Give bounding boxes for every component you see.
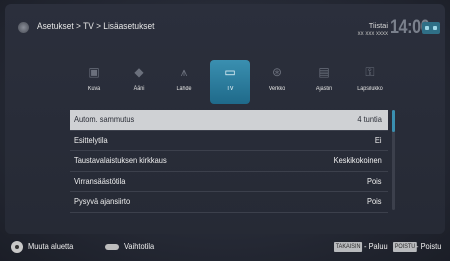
tab-lapsilukko[interactable]: ⚿ Lapsilukko <box>350 62 390 102</box>
settings-icon <box>18 22 29 33</box>
tab-lahde[interactable]: ⩚ Lähde <box>164 62 204 102</box>
setting-row-demo-mode[interactable]: Esittelytila Ei <box>70 131 388 152</box>
settings-list: Autom. sammutus 4 tuntia Esittelytila Ei… <box>70 110 388 213</box>
setting-row-auto-off[interactable]: Autom. sammutus 4 tuntia <box>70 110 388 131</box>
date-label: xx xxx xxxx <box>357 31 388 37</box>
list-scrollbar[interactable] <box>392 110 395 210</box>
tv-menu-screen: Asetukset > TV > Lisäasetukset Tiistai x… <box>0 0 450 261</box>
setting-name: Esittelytila <box>74 134 108 145</box>
footer-hints: Muuta aluetta Vaihtotila TAKAISIN - Palu… <box>0 236 450 261</box>
scrollbar-thumb[interactable] <box>392 110 395 132</box>
setting-value: Pois <box>367 196 382 207</box>
lock-icon: ⚿ <box>365 65 375 79</box>
setting-value: 4 tuntia <box>357 114 382 124</box>
tab-tv[interactable]: ▭ TV <box>210 60 250 104</box>
tab-label: Lähde <box>176 86 192 92</box>
setting-name: Taustavalaistuksen kirkkaus <box>74 155 167 166</box>
back-key: TAKAISIN <box>334 242 363 252</box>
tab-label: Kuva <box>87 86 101 92</box>
timer-icon: ▤ <box>318 65 330 79</box>
tab-ajastin[interactable]: ▤ Ajastin <box>304 62 344 102</box>
tab-label: TV <box>226 86 234 92</box>
exit-hint: - Poistu <box>416 241 442 251</box>
tab-label: Ääni <box>133 86 145 92</box>
setting-row-power-saving[interactable]: Virransäästötila Pois <box>70 172 388 193</box>
setting-row-backlight[interactable]: Taustavalaistuksen kirkkaus Keskikokoine… <box>70 151 388 172</box>
tab-label: Lapsilukko <box>357 86 383 92</box>
back-hint: - Paluu <box>364 241 388 251</box>
mode-dot <box>425 26 429 30</box>
tab-verkko[interactable]: ⊛ Verkko <box>257 62 297 102</box>
setting-row-timeshift[interactable]: Pysyvä ajansiirto Pois <box>70 192 388 213</box>
antenna-icon: ⩚ <box>180 65 188 79</box>
setting-value: Keskikokoinen <box>333 155 382 166</box>
setting-value: Pois <box>367 175 382 186</box>
date-display: Tiistai xx xxx xxxx <box>358 21 388 38</box>
tab-label: Ajastin <box>315 86 333 92</box>
screen-mode-icon <box>422 22 440 34</box>
network-icon: ⊛ <box>271 65 283 79</box>
setting-name: Autom. sammutus <box>74 114 135 124</box>
tab-aani[interactable]: ◆ Ääni <box>119 62 159 102</box>
category-tabs: ▣ Kuva ◆ Ääni ⩚ Lähde ▭ TV ⊛ Verkko ▤ Aj… <box>74 60 394 104</box>
setting-value: Ei <box>375 134 382 145</box>
navigation-pad-icon <box>11 241 23 253</box>
tv-icon: ▭ <box>224 65 236 79</box>
setting-name: Virransäästötila <box>74 175 126 186</box>
tab-kuva[interactable]: ▣ Kuva <box>74 62 114 102</box>
weekday-label: Tiistai <box>368 21 388 30</box>
change-mode-hint: Vaihtotila <box>124 241 155 251</box>
tab-label: Verkko <box>268 86 286 92</box>
picture-icon: ▣ <box>88 65 100 79</box>
exit-key: POISTU <box>393 242 417 252</box>
change-area-hint: Muuta aluetta <box>28 241 74 251</box>
remote-button-icon <box>105 244 119 250</box>
breadcrumb: Asetukset > TV > Lisäasetukset <box>37 21 155 32</box>
mode-dot <box>433 26 437 30</box>
speaker-icon: ◆ <box>134 65 144 79</box>
setting-name: Pysyvä ajansiirto <box>74 196 131 207</box>
